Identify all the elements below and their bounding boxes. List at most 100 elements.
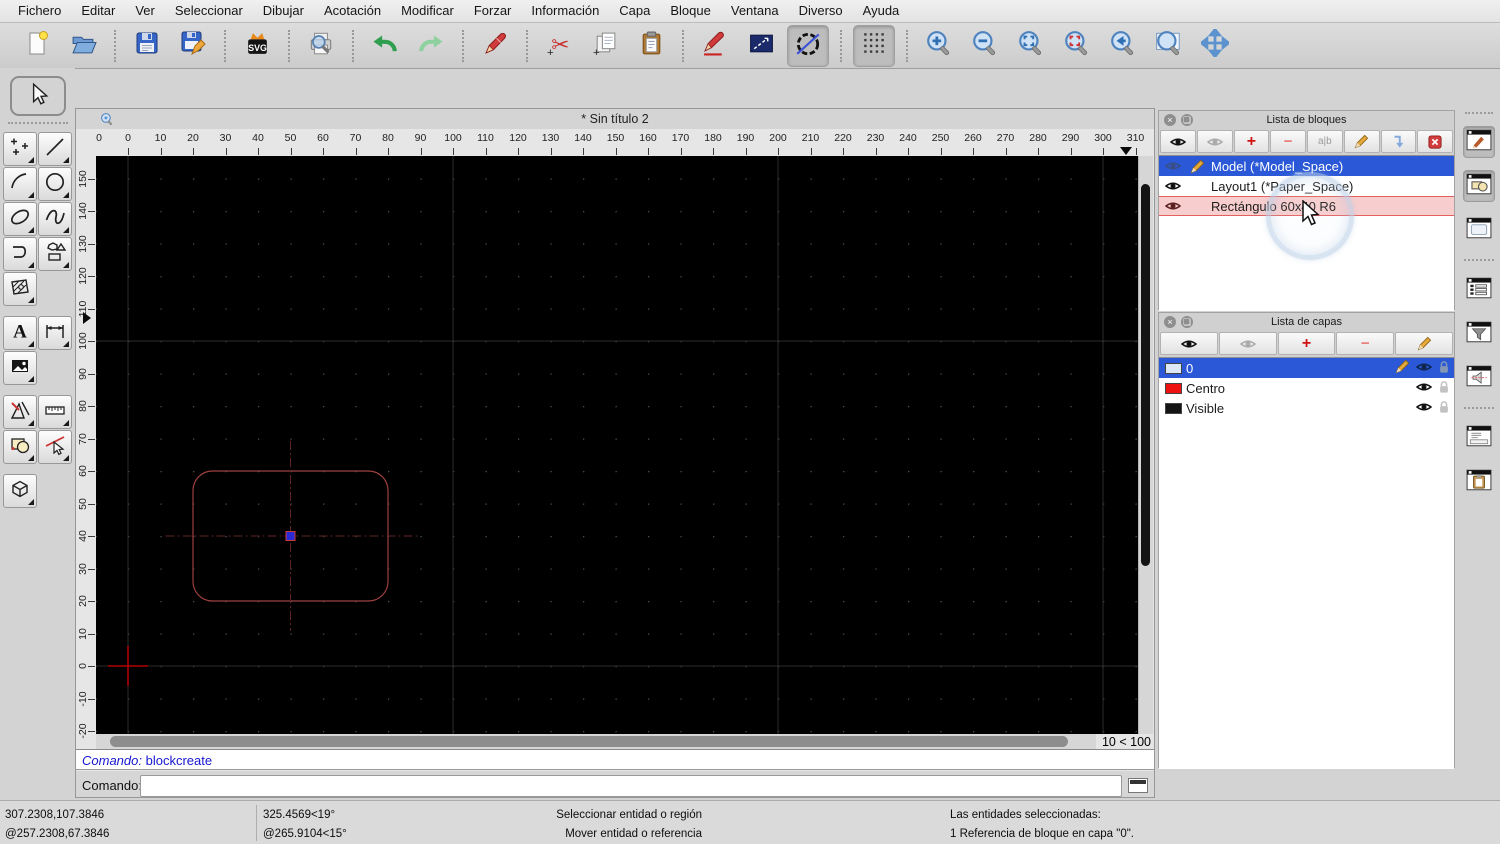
select-window-button[interactable] [741,26,781,66]
layer-item[interactable]: Visible [1159,398,1454,418]
svg-export-button[interactable]: SVG [237,26,277,66]
tool-spline-button[interactable] [38,202,72,236]
zoom-selected-button[interactable] [1057,26,1097,66]
tool-ellipse-button[interactable] [3,202,37,236]
cut-button[interactable]: ✂ + [539,26,579,66]
erase-button[interactable] [475,26,515,66]
tool-select-entity-button[interactable] [38,430,72,464]
blocks-insert-arrow-button[interactable] [1380,130,1417,153]
tool-circle-button[interactable] [38,167,72,201]
tool-hatch-button[interactable] [3,272,37,306]
menu-capa[interactable]: Capa [609,0,660,22]
pencil-icon[interactable] [1395,359,1410,377]
menu-ver[interactable]: Ver [125,0,165,22]
eye-white-icon[interactable] [1415,359,1433,378]
tool-text-button[interactable]: A [3,316,37,350]
blocks-minus-button[interactable]: − [1270,130,1306,153]
tool-dimension-button[interactable] [38,316,72,350]
drawing-canvas[interactable] [96,156,1139,734]
menu-seleccionar[interactable]: Seleccionar [165,0,253,22]
tool-measure-button[interactable] [38,395,72,429]
window-title-bar[interactable]: * Sin título 2 [76,109,1154,130]
lock-gray-icon[interactable] [1438,380,1450,397]
tool-block-button[interactable] [3,430,37,464]
block-item[interactable]: Model (*Model_Space) [1159,156,1454,176]
tool-polyline-button[interactable] [3,237,37,271]
layers-eye-gray-button[interactable] [1218,332,1277,355]
open-file-button[interactable] [63,26,103,66]
eye-icon[interactable] [1415,399,1433,418]
draft-mode-button[interactable] [787,24,829,67]
layers-eye-button[interactable] [1160,332,1218,355]
command-detach-button[interactable] [1128,778,1148,793]
win-sound-button[interactable] [1463,362,1495,394]
horizontal-scrollbar-thumb[interactable] [110,736,1068,747]
menu-forzar[interactable]: Forzar [464,0,522,22]
win-clipboard-button[interactable] [1463,466,1495,498]
zoom-previous-button[interactable] [1103,26,1143,66]
new-file-button[interactable] [17,26,57,66]
zoom-auto-button[interactable] [1011,26,1051,66]
eye-icon[interactable] [1163,178,1183,194]
close-icon[interactable]: × [1164,315,1176,328]
copy-button[interactable]: + [585,26,625,66]
menu-ayuda[interactable]: Ayuda [853,0,910,22]
layer-color-swatch[interactable] [1165,402,1182,414]
blocks-eye-gray-button[interactable] [1196,130,1233,153]
tool-modify-button[interactable] [3,395,37,429]
win-command-button[interactable] [1463,422,1495,454]
pencil-icon[interactable] [1187,159,1207,174]
tool-line-button[interactable] [38,132,72,166]
menu-fichero[interactable]: Fichero [8,0,71,22]
layer-color-swatch[interactable] [1165,362,1182,374]
layers-pencil-button[interactable] [1395,332,1453,355]
tool-polygon-button[interactable] [38,237,72,271]
tool-cube-button[interactable] [3,474,37,508]
win-blank-button[interactable] [1463,214,1495,246]
save-as-button[interactable] [173,26,213,66]
win-pen-button[interactable] [1463,126,1495,158]
blocks-eye-button[interactable] [1160,130,1196,153]
lock-blue-icon[interactable] [1438,360,1450,377]
win-blocks-button[interactable] [1463,170,1495,202]
save-button[interactable] [127,26,167,66]
print-preview-button[interactable] [301,26,341,66]
tool-points-button[interactable] [3,132,37,166]
redo-button[interactable] [411,26,451,66]
menu-dibujar[interactable]: Dibujar [253,0,314,22]
vertical-scrollbar-thumb[interactable] [1141,184,1150,566]
horizontal-scrollbar[interactable] [96,734,1096,749]
lock-gray-icon[interactable] [1438,400,1450,417]
menu-informacion[interactable]: Información [521,0,609,22]
float-icon[interactable]: ❏ [1181,315,1193,328]
block-item[interactable]: Layout1 (*Paper_Space) [1159,176,1454,196]
tool-arc-button[interactable] [3,167,37,201]
zoom-out-button[interactable] [965,26,1005,66]
eye-dark-icon[interactable] [1163,198,1183,214]
eye-dim-icon[interactable] [1163,158,1183,174]
layers-minus-button[interactable]: − [1336,332,1395,355]
vertical-scrollbar[interactable] [1138,156,1153,734]
menu-acotacion[interactable]: Acotación [314,0,391,22]
undo-button[interactable] [365,26,405,66]
menu-modificar[interactable]: Modificar [391,0,464,22]
zoom-window-button[interactable] [1149,26,1189,66]
block-item[interactable]: Rectángulo 60x40 R6 [1159,196,1454,216]
close-icon[interactable]: × [1164,113,1176,126]
command-input[interactable] [140,775,1122,797]
menu-diverso[interactable]: Diverso [789,0,853,22]
zoom-in-button[interactable] [919,26,959,66]
layers-plus-button[interactable]: + [1277,332,1336,355]
float-icon[interactable]: ❏ [1181,113,1193,126]
blocks-delete-box-button[interactable] [1417,130,1453,153]
win-list-button[interactable] [1463,274,1495,306]
grid-toggle-button[interactable] [853,24,895,67]
menu-editar[interactable]: Editar [71,0,125,22]
layer-item[interactable]: Centro [1159,378,1454,398]
menu-ventana[interactable]: Ventana [721,0,789,22]
layer-item[interactable]: 0 [1159,358,1454,378]
tool-image-button[interactable] [3,351,37,385]
menu-bloque[interactable]: Bloque [660,0,720,22]
blocks-plus-button[interactable]: + [1233,130,1270,153]
pen-edit-button[interactable] [695,26,735,66]
